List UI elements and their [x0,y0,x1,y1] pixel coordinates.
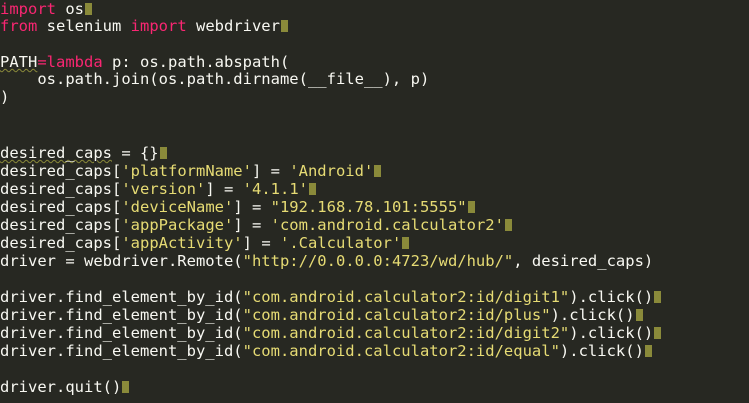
whitespace-marker-icon [504,219,512,231]
code-token: webdriver [186,17,280,35]
whitespace-marker-icon [644,345,652,357]
whitespace-marker-icon [308,183,316,195]
whitespace-marker-icon [159,147,167,159]
code-token: "com.android.calculator2:id/plus" [242,306,551,324]
code-token: ] = [205,180,243,198]
whitespace-marker-icon [654,291,662,303]
code-token: driver.find_element_by_id( [0,288,243,306]
code-token: ] = [233,216,271,234]
code-token: desired_caps[ [0,198,122,216]
code-token: 'Android' [289,162,374,180]
code-token: driver.find_element_by_id( [0,306,243,324]
code-line[interactable]: PATH=lambda p: os.path.abspath( [0,53,289,71]
whitespace-marker-icon [85,3,92,15]
code-line[interactable]: desired_caps['platformName'] = 'Android' [0,162,382,180]
code-line[interactable]: driver.find_element_by_id("com.android.c… [0,324,662,342]
code-line[interactable]: ) [0,88,9,106]
code-token: desired_caps[ [0,180,122,198]
code-token: import [0,0,56,18]
code-token: ] = [242,234,280,252]
code-token: desired_caps[ [0,216,122,234]
code-token: "com.android.calculator2:id/digit2" [242,324,570,342]
code-line[interactable]: import os [0,0,92,18]
code-token: driver.quit() [0,378,122,396]
code-line[interactable]: desired_caps['deviceName'] = "192.168.78… [0,198,475,216]
code-token: "com.android.calculator2:id/equal" [242,342,560,360]
whitespace-marker-icon [467,201,475,213]
whitespace-marker-icon [374,165,382,177]
whitespace-marker-icon [280,20,288,32]
code-token: "http://0.0.0.0:4723/wd/hub/" [242,252,514,270]
code-token: 'com.android.calculator2' [270,216,504,234]
code-editor[interactable]: import os from selenium import webdriver P… [0,0,749,403]
code-token: from [0,17,38,35]
whitespace-marker-icon [402,237,410,249]
code-token: PATH [0,53,38,71]
code-line[interactable]: desired_caps['version'] = '4.1.1' [0,180,316,198]
code-token: desired_caps[ [0,162,122,180]
code-token: ) [0,88,10,106]
code-line[interactable]: driver = webdriver.Remote("http://0.0.0.… [0,252,653,270]
code-token: import [130,17,187,35]
code-token: desired_caps[ [0,234,122,252]
code-token: os [56,0,84,18]
code-token: '.Calculator' [279,234,402,252]
code-token: ).click() [569,324,654,342]
code-line[interactable]: driver.find_element_by_id("com.android.c… [0,342,652,360]
code-token: lambda [46,53,103,71]
code-line[interactable]: driver.quit() [0,378,130,396]
code-token: 'version' [121,180,206,198]
code-token: 'appActivity' [121,234,243,252]
code-token: 'deviceName' [121,198,234,216]
code-token: selenium [37,17,131,35]
code-token: 'appPackage' [121,216,234,234]
code-line[interactable]: from selenium import webdriver [0,17,288,35]
code-line[interactable]: driver.find_element_by_id("com.android.c… [0,306,643,324]
code-token: ] = [233,198,271,216]
code-token: 'platformName' [121,162,252,180]
code-line[interactable]: desired_caps['appActivity'] = '.Calculat… [0,234,410,252]
whitespace-marker-icon [122,381,130,393]
code-token: p: os.path.abspath( [102,53,290,71]
code-token: "192.168.78.101:5555" [270,198,467,216]
code-token: driver = webdriver.Remote( [0,252,243,270]
code-token: '4.1.1' [242,180,308,198]
code-token: os.path.join(os.path.dirname(__file__), [0,70,402,88]
code-line[interactable]: os.path.join(os.path.dirname(__file__), … [0,70,429,88]
code-token: ).click() [550,306,635,324]
code-line[interactable]: desired_caps = {} [0,144,167,162]
code-token: , desired_caps) [513,252,654,270]
code-token: ] = [251,162,290,180]
code-line[interactable]: driver.find_element_by_id("com.android.c… [0,288,662,306]
whitespace-marker-icon [654,327,662,339]
code-token: "com.android.calculator2:id/digit1" [242,288,570,306]
code-token: ).click() [569,288,654,306]
code-token: ).click() [559,342,644,360]
code-token: p) [410,70,430,88]
code-line[interactable]: desired_caps['appPackage'] = 'com.androi… [0,216,512,234]
code-token: desired_caps [0,144,112,162]
code-token: = {} [111,144,159,162]
code-token: driver.find_element_by_id( [0,324,243,342]
code-token: driver.find_element_by_id( [0,342,243,360]
code-token: = [37,53,47,71]
whitespace-marker-icon [635,309,643,321]
